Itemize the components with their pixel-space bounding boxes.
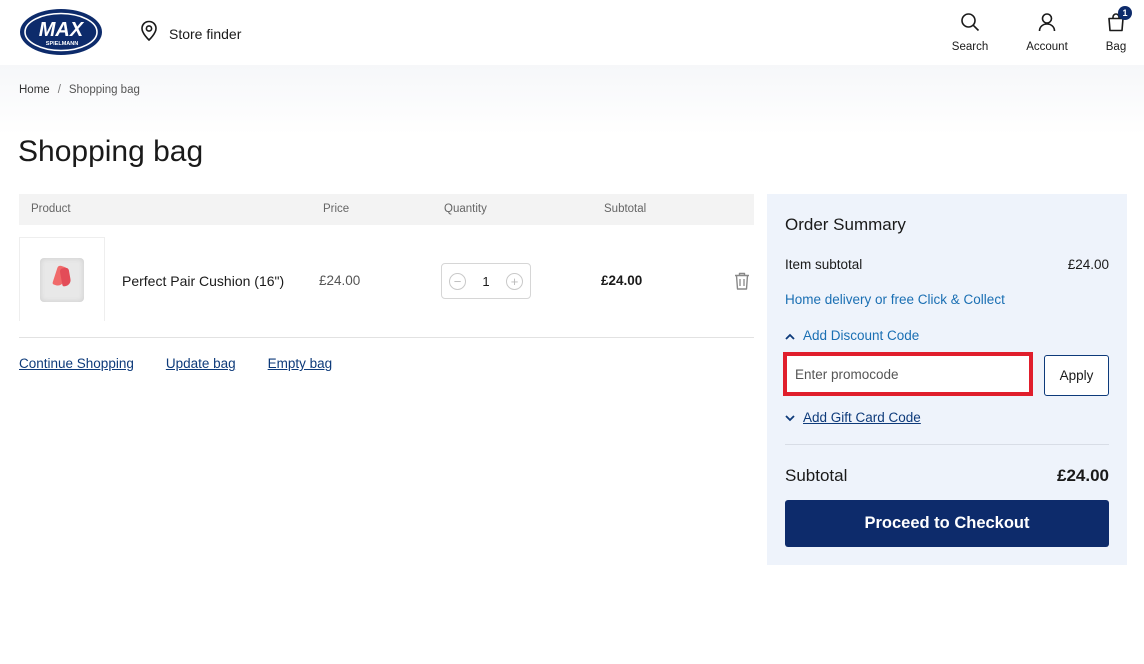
- update-bag-link[interactable]: Update bag: [166, 356, 236, 371]
- item-subtotal-label: Item subtotal: [785, 257, 863, 272]
- row-subtotal: £24.00: [601, 273, 643, 288]
- max-logo[interactable]: MAX SPIELMANN: [19, 8, 103, 56]
- breadcrumb: Home / Shopping bag: [19, 84, 140, 96]
- summary-divider: [785, 444, 1109, 445]
- empty-bag-link[interactable]: Empty bag: [268, 356, 333, 371]
- bag-button[interactable]: 1 Bag: [1100, 6, 1132, 53]
- plus-icon[interactable]: +: [505, 272, 523, 290]
- breadcrumb-home[interactable]: Home: [19, 84, 50, 96]
- bag-actions: Continue Shopping Update bag Empty bag: [19, 356, 332, 371]
- proceed-to-checkout-button[interactable]: Proceed to Checkout: [785, 500, 1109, 547]
- store-finder-label: Store finder: [169, 25, 242, 42]
- subtotal-value: £24.00: [1057, 466, 1109, 485]
- column-subtotal: Subtotal: [604, 203, 647, 215]
- subtotal-line: Subtotal £24.00: [785, 466, 1109, 486]
- minus-icon[interactable]: −: [449, 272, 466, 290]
- account-button[interactable]: Account: [1022, 12, 1072, 53]
- continue-shopping-link[interactable]: Continue Shopping: [19, 356, 134, 371]
- apply-button[interactable]: Apply: [1044, 355, 1109, 396]
- add-gift-card-toggle[interactable]: Add Gift Card Code: [785, 410, 921, 425]
- table-row: Perfect Pair Cushion (16") £24.00 − 1 + …: [19, 237, 754, 338]
- product-price: £24.00: [319, 273, 361, 288]
- logo-text: MAX: [39, 19, 85, 41]
- breadcrumb-separator: /: [57, 84, 61, 96]
- item-subtotal-line: Item subtotal £24.00: [785, 257, 1109, 272]
- location-pin-icon: [139, 20, 159, 47]
- trash-icon[interactable]: [733, 271, 751, 296]
- page-title: Shopping bag: [18, 135, 204, 168]
- chevron-up-icon: [785, 328, 795, 343]
- cushion-image: [40, 257, 84, 302]
- page-band: [0, 65, 1144, 135]
- quantity-stepper: − 1 +: [441, 263, 531, 299]
- bag-table-header: Product Price Quantity Subtotal: [19, 194, 754, 225]
- search-label: Search: [951, 41, 989, 53]
- delivery-options-link[interactable]: Home delivery or free Click & Collect: [785, 292, 1005, 307]
- site-header: MAX SPIELMANN Store finder Search Accoun…: [0, 0, 1144, 65]
- user-icon: [1037, 12, 1057, 37]
- bag-count-badge: 1: [1118, 6, 1132, 20]
- add-discount-label: Add Discount Code: [803, 328, 920, 343]
- column-price: Price: [323, 203, 350, 215]
- summary-title: Order Summary: [785, 215, 906, 234]
- logo-subtext: SPIELMANN: [46, 41, 78, 47]
- promocode-input[interactable]: [787, 356, 1029, 392]
- subtotal-label: Subtotal: [785, 466, 848, 485]
- breadcrumb-current: Shopping bag: [68, 84, 140, 96]
- add-discount-toggle[interactable]: Add Discount Code: [785, 328, 919, 343]
- add-gift-card-label: Add Gift Card Code: [803, 410, 921, 425]
- bag-label: Bag: [1105, 41, 1127, 53]
- account-label: Account: [1026, 41, 1068, 53]
- order-summary: Order Summary Item subtotal £24.00 Home …: [767, 194, 1127, 565]
- chevron-down-icon: [785, 410, 795, 425]
- column-product: Product: [31, 203, 71, 215]
- store-finder-link[interactable]: Store finder: [139, 20, 241, 47]
- search-icon: [960, 12, 980, 37]
- product-thumbnail[interactable]: [19, 237, 105, 321]
- item-subtotal-value: £24.00: [1067, 257, 1109, 272]
- search-button[interactable]: Search: [948, 12, 992, 53]
- promo-input-wrapper: [783, 352, 1033, 396]
- product-name[interactable]: Perfect Pair Cushion (16"): [122, 273, 284, 289]
- column-quantity: Quantity: [444, 203, 487, 215]
- quantity-value[interactable]: 1: [482, 274, 489, 289]
